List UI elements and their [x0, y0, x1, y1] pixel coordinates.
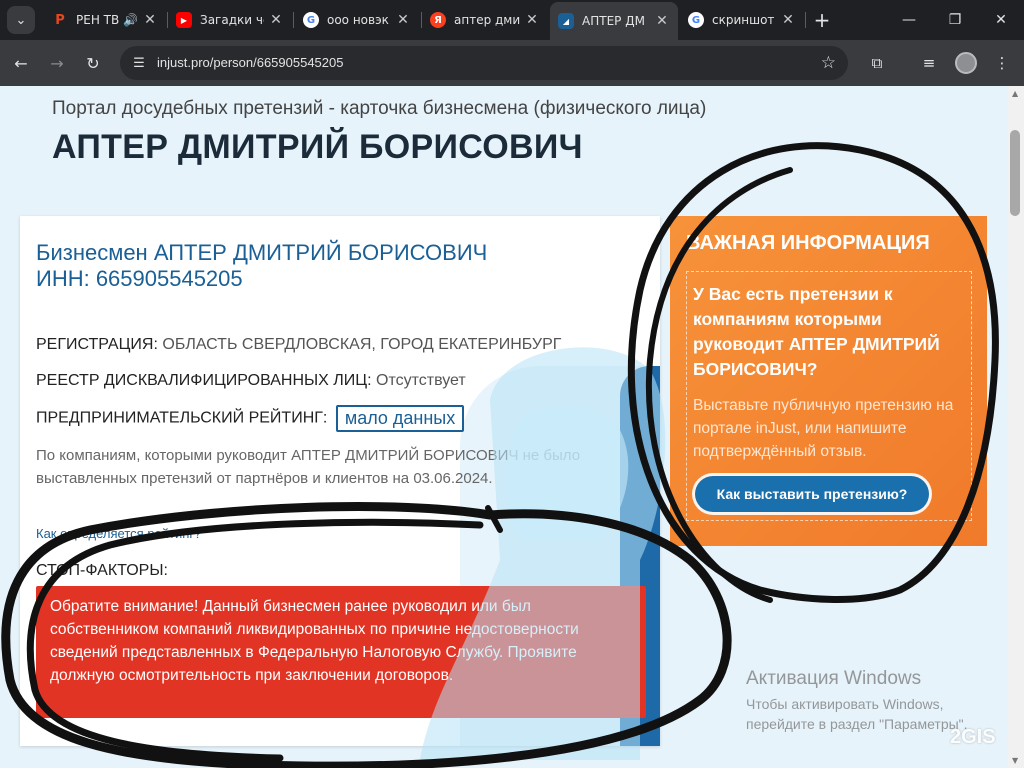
- how-to-file-claim-button[interactable]: Как выставить претензию?: [695, 476, 929, 512]
- close-icon[interactable]: ✕: [142, 12, 158, 28]
- extensions-button[interactable]: ⧉: [862, 48, 892, 78]
- tab-google-novek[interactable]: G ооо новэк ✕: [295, 6, 419, 34]
- media-playlist-icon: ≡: [922, 54, 936, 72]
- ren-tv-icon: P: [55, 12, 65, 28]
- person-name-line: Бизнесмен АПТЕР ДМИТРИЙ БОРИСОВИЧ: [36, 240, 488, 265]
- minimize-icon: —: [902, 12, 916, 28]
- plus-icon: +: [813, 8, 831, 32]
- bookmark-star-icon[interactable]: ☆: [821, 53, 836, 73]
- close-icon[interactable]: ✕: [395, 12, 411, 28]
- site-info-icon[interactable]: ☰: [130, 54, 148, 72]
- close-icon[interactable]: ✕: [268, 12, 284, 28]
- tab-injust-active[interactable]: ◢ АПТЕР ДМ ✕: [550, 2, 678, 40]
- tab-title: АПТЕР ДМ: [582, 14, 645, 28]
- scrollbar-thumb[interactable]: [1010, 130, 1020, 216]
- menu-button[interactable]: ⋮: [987, 48, 1017, 78]
- tab-strip: ⌄ P РЕН ТВ 🔊 ✕ ▶ Загадки че ✕ G ооо новэ…: [0, 0, 1024, 40]
- kebab-menu-icon: ⋮: [994, 54, 1010, 72]
- disqualified-registry-label: РЕЕСТР ДИСКВАЛИФИЦИРОВАННЫХ ЛИЦ:: [36, 372, 372, 389]
- registration-value: ОБЛАСТЬ СВЕРДЛОВСКАЯ, ГОРОД ЕКАТЕРИНБУРГ: [162, 336, 562, 353]
- tab-title: скриншот: [712, 13, 775, 27]
- new-tab-button[interactable]: +: [808, 6, 836, 34]
- reload-icon: ↻: [86, 53, 100, 73]
- yandex-icon: Я: [430, 12, 446, 28]
- info-question: У Вас есть претензии к компаниям которым…: [693, 284, 940, 379]
- info-box: У Вас есть претензии к компаниям которым…: [686, 271, 972, 521]
- tab-title: Загадки че: [200, 13, 264, 27]
- chevron-down-icon: ⌄: [15, 12, 27, 28]
- registration-label: РЕГИСТРАЦИЯ:: [36, 336, 158, 353]
- 2gis-watermark-logo: 2GIS: [950, 726, 996, 748]
- page-viewport: Портал досудебных претензий - карточка б…: [0, 86, 1008, 768]
- tab-title: аптер дми: [454, 13, 520, 27]
- google-icon: G: [688, 12, 704, 28]
- stop-factors-label: СТОП-ФАКТОРЫ:: [36, 562, 168, 579]
- disqualified-registry-row: РЕЕСТР ДИСКВАЛИФИЦИРОВАННЫХ ЛИЦ: Отсутст…: [36, 372, 466, 390]
- tab-search-button[interactable]: ⌄: [7, 6, 35, 34]
- arrow-left-icon: ←: [14, 53, 28, 73]
- restore-button[interactable]: ❐: [932, 0, 978, 40]
- back-button[interactable]: ←: [6, 48, 36, 78]
- info-title: ВАЖНАЯ ИНФОРМАЦИЯ: [686, 232, 930, 254]
- url-text[interactable]: injust.pro/person/665905545205: [157, 55, 343, 70]
- speaker-icon[interactable]: 🔊: [123, 13, 138, 27]
- rating-info-link[interactable]: Как определяется рейтинг?: [36, 526, 201, 541]
- tab-divider: [293, 12, 294, 28]
- stop-factor-alert: Обратите внимание! Данный бизнесмен ране…: [36, 586, 646, 718]
- injust-icon: ◢: [558, 13, 574, 29]
- claims-note: По компаниям, которыми руководит АПТЕР Д…: [36, 447, 581, 487]
- google-icon: G: [303, 12, 319, 28]
- page-subtitle: Портал досудебных претензий - карточка б…: [52, 98, 707, 119]
- close-icon[interactable]: ✕: [524, 12, 540, 28]
- close-icon[interactable]: ✕: [780, 12, 796, 28]
- reload-button[interactable]: ↻: [78, 48, 108, 78]
- tab-google-screenshot[interactable]: G скриншот ✕: [680, 6, 804, 34]
- registration-row: РЕГИСТРАЦИЯ: ОБЛАСТЬ СВЕРДЛОВСКАЯ, ГОРОД…: [36, 336, 561, 354]
- windows-activation-title: Активация Windows: [746, 668, 922, 689]
- puzzle-icon: ⧉: [871, 54, 883, 72]
- youtube-icon: ▶: [176, 12, 192, 28]
- restore-icon: ❐: [948, 12, 962, 28]
- minimize-button[interactable]: —: [886, 0, 932, 40]
- forward-button[interactable]: →: [42, 48, 72, 78]
- address-bar[interactable]: ☰ injust.pro/person/665905545205 ☆: [120, 46, 848, 80]
- tab-ren-tv[interactable]: P РЕН ТВ 🔊 ✕: [44, 6, 166, 34]
- scroll-down-icon[interactable]: ▼: [1012, 756, 1018, 765]
- person-inn-line: ИНН: 665905545205: [36, 266, 243, 291]
- close-icon[interactable]: ✕: [654, 13, 670, 29]
- media-controls-button[interactable]: ≡: [914, 48, 944, 78]
- tab-title: РЕН ТВ: [76, 13, 120, 27]
- arrow-right-icon: →: [50, 53, 64, 73]
- person-heading: Бизнесмен АПТЕР ДМИТРИЙ БОРИСОВИЧ ИНН: 6…: [36, 240, 487, 292]
- rating-label: ПРЕДПРИНИМАТЕЛЬСКИЙ РЕЙТИНГ:: [36, 409, 328, 427]
- rating-row: ПРЕДПРИНИМАТЕЛЬСКИЙ РЕЙТИНГ: мало данных: [36, 405, 465, 432]
- profile-avatar[interactable]: [955, 52, 977, 74]
- info-text: Выставьте публичную претензию на портале…: [693, 397, 954, 460]
- tab-yandex[interactable]: Я аптер дми ✕: [422, 6, 548, 34]
- browser-toolbar: ← → ↻ ☰ injust.pro/person/665905545205 ☆…: [0, 40, 1024, 86]
- close-window-button[interactable]: ✕: [978, 0, 1024, 40]
- tab-title: ооо новэк: [327, 13, 389, 27]
- person-card: Бизнесмен АПТЕР ДМИТРИЙ БОРИСОВИЧ ИНН: 6…: [20, 216, 660, 746]
- tab-youtube[interactable]: ▶ Загадки че ✕: [168, 6, 292, 34]
- page-title: АПТЕР ДМИТРИЙ БОРИСОВИЧ: [52, 128, 583, 166]
- rating-badge: мало данных: [335, 405, 465, 432]
- scroll-up-icon[interactable]: ▲: [1012, 89, 1018, 98]
- important-info-panel: ВАЖНАЯ ИНФОРМАЦИЯ У Вас есть претензии к…: [670, 216, 987, 546]
- close-icon: ✕: [995, 12, 1007, 28]
- disqualified-registry-value: Отсутствует: [376, 372, 466, 389]
- tab-divider: [805, 12, 806, 28]
